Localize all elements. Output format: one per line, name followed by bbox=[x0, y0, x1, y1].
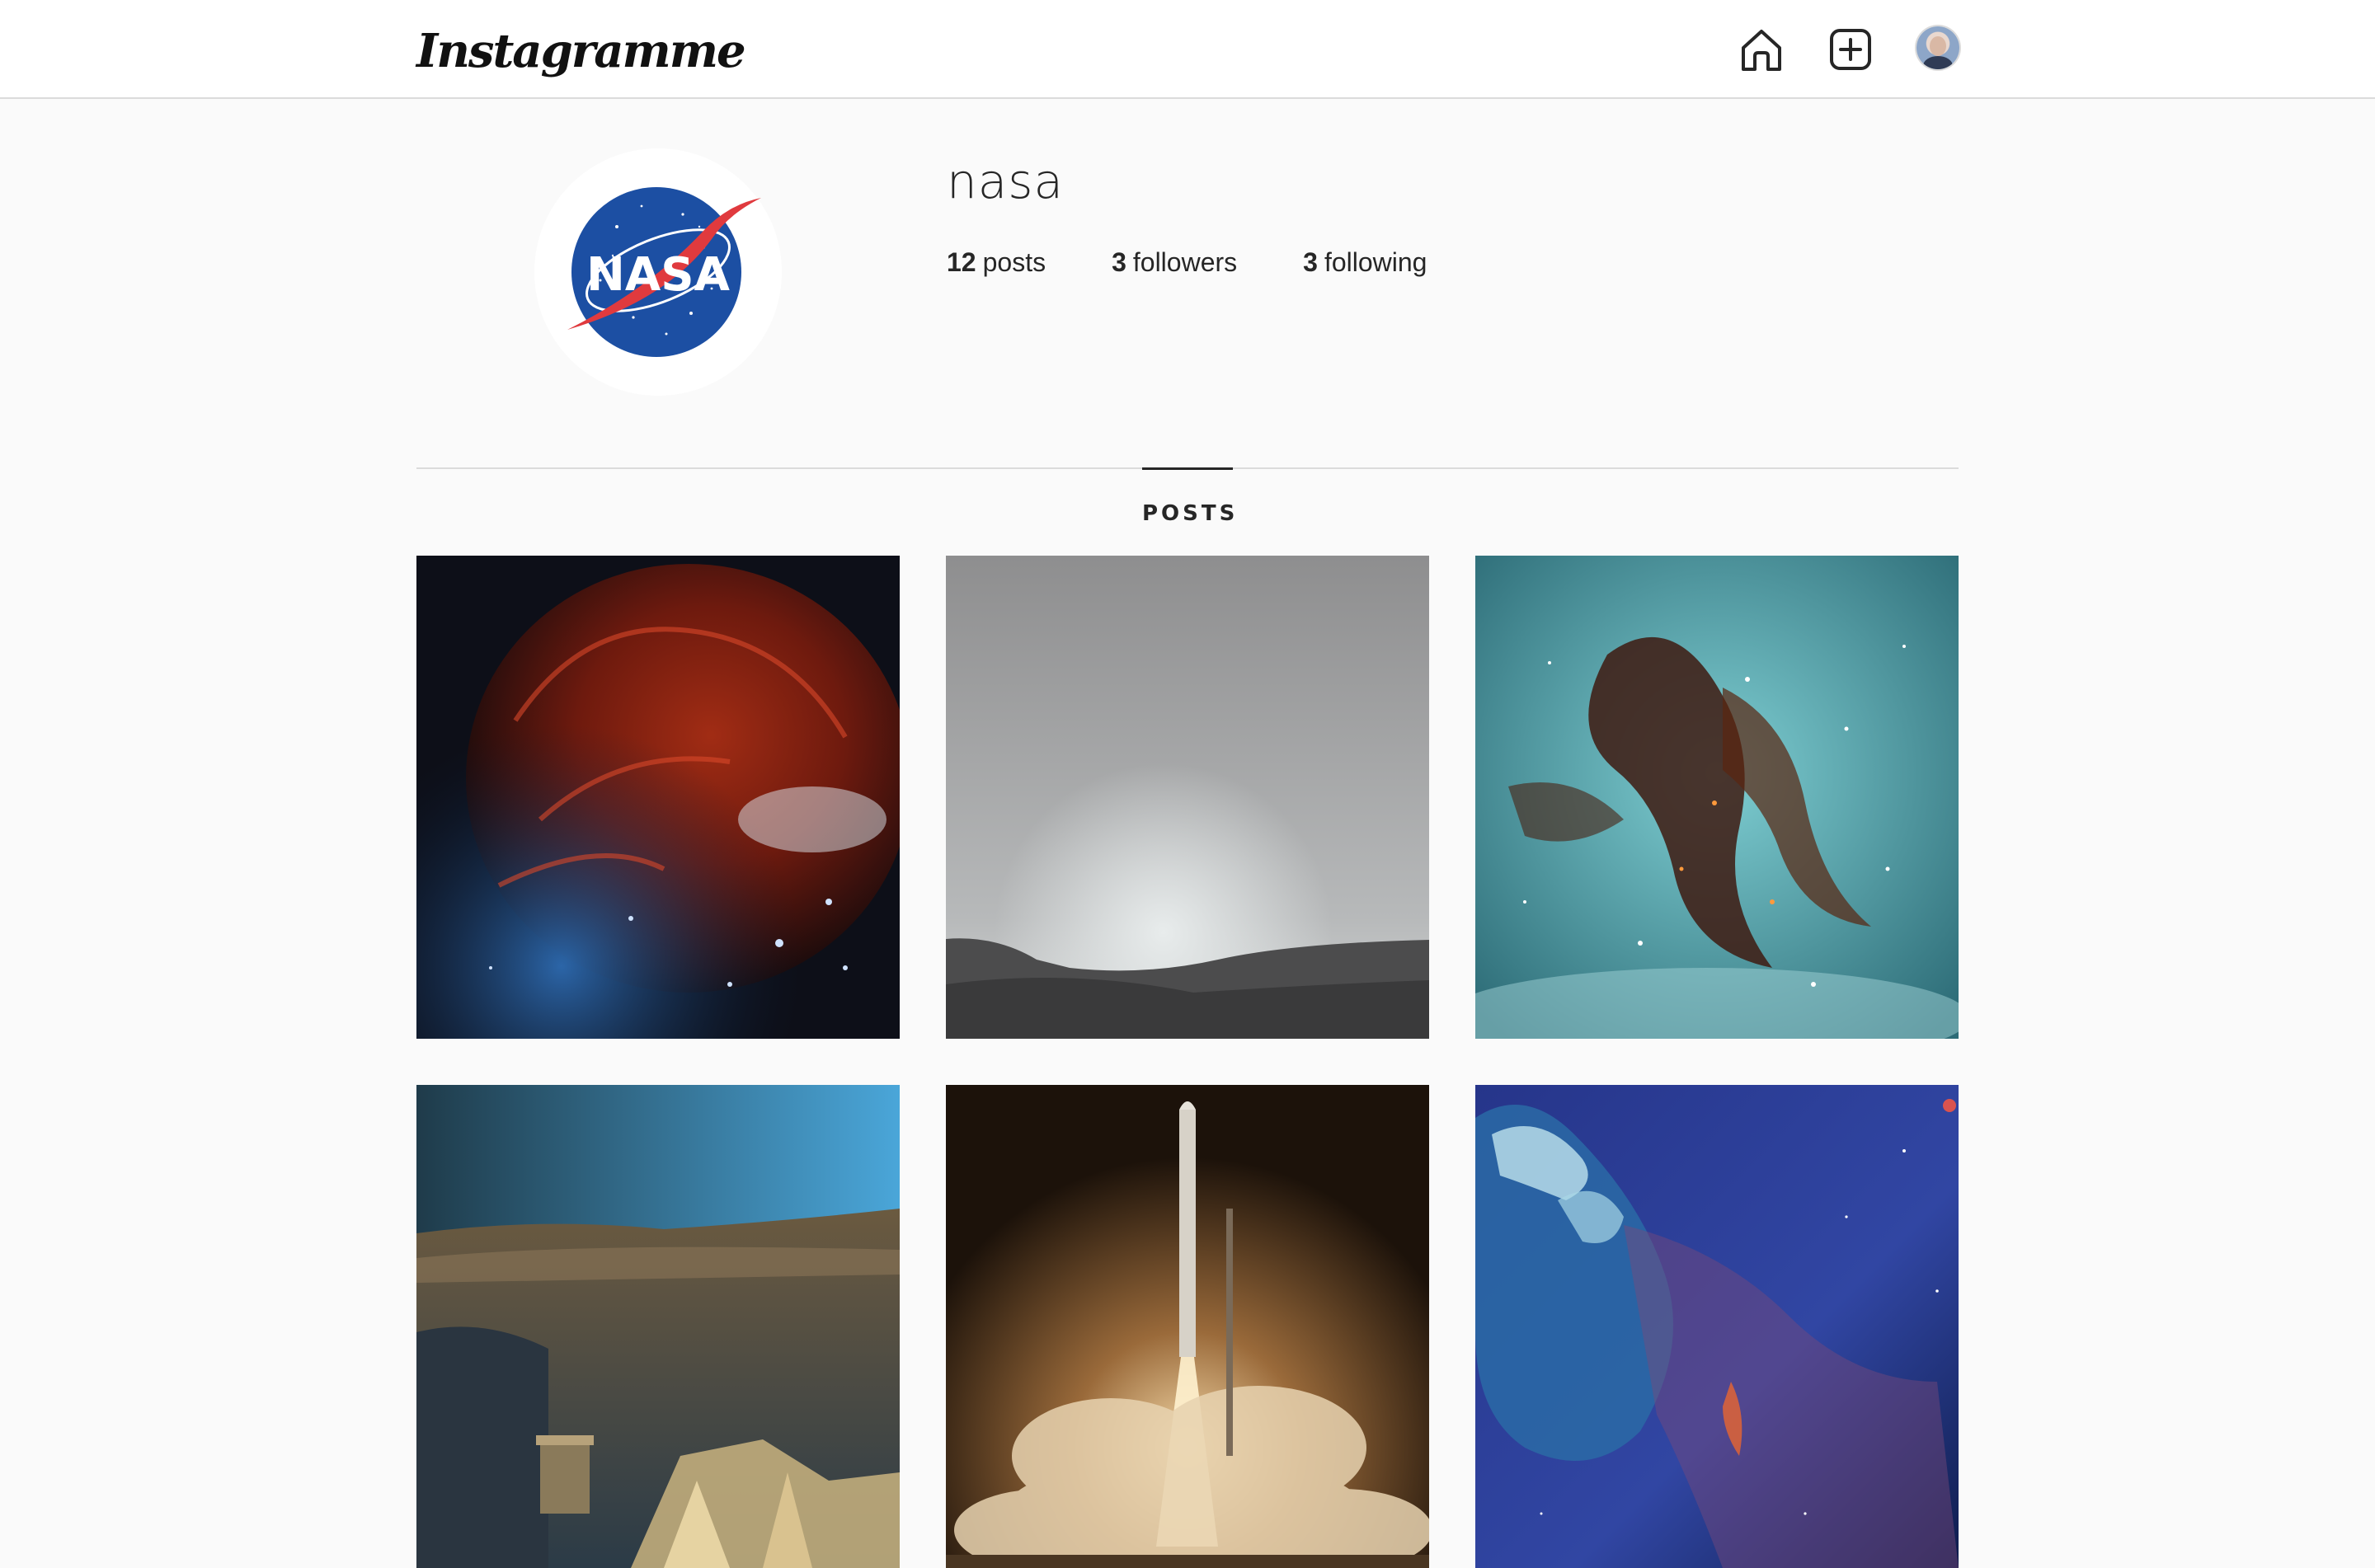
following-stat[interactable]: 3 following bbox=[1303, 244, 1427, 280]
post-image-mars-rover bbox=[416, 1085, 900, 1568]
tab-posts[interactable]: POSTS bbox=[1142, 467, 1239, 527]
posts-grid bbox=[416, 556, 1959, 1568]
user-avatar[interactable] bbox=[1916, 26, 1959, 69]
home-icon[interactable] bbox=[1737, 25, 1786, 74]
plus-square-icon[interactable] bbox=[1826, 25, 1875, 74]
post-image-red-nebula bbox=[416, 556, 900, 1039]
avatar-face bbox=[1930, 36, 1946, 56]
post-thumbnail[interactable] bbox=[946, 556, 1429, 1039]
following-count: 3 bbox=[1303, 247, 1318, 277]
post-image-teal-nebula bbox=[1475, 556, 1959, 1039]
post-image-blue-nebula bbox=[1475, 1085, 1959, 1568]
tab-posts-label: POSTS bbox=[1142, 501, 1239, 526]
profile-username: nasa bbox=[947, 153, 1065, 209]
posts-count: 12 bbox=[947, 247, 976, 277]
top-navigation-bar: Instagramme bbox=[0, 0, 2375, 99]
post-thumbnail[interactable] bbox=[416, 556, 900, 1039]
avatar-shirt bbox=[1923, 56, 1953, 69]
following-label: following bbox=[1324, 247, 1427, 277]
followers-count: 3 bbox=[1112, 247, 1126, 277]
post-thumbnail[interactable] bbox=[416, 1085, 900, 1568]
post-thumbnail[interactable] bbox=[946, 1085, 1429, 1568]
post-thumbnail[interactable] bbox=[1475, 556, 1959, 1039]
followers-label: followers bbox=[1132, 247, 1238, 277]
post-thumbnail[interactable] bbox=[1475, 1085, 1959, 1568]
post-image-mars-sunset bbox=[946, 556, 1429, 1039]
profile-stats: 12 posts 3 followers 3 following bbox=[947, 244, 1493, 280]
posts-stat: 12 posts bbox=[947, 244, 1046, 280]
followers-stat[interactable]: 3 followers bbox=[1112, 244, 1237, 280]
post-image-rocket-launch bbox=[946, 1085, 1429, 1568]
app-logo[interactable]: Instagramme bbox=[416, 18, 746, 84]
nasa-logo-text: NASA bbox=[586, 248, 731, 302]
profile-picture[interactable]: NASA bbox=[534, 148, 782, 396]
posts-label: posts bbox=[982, 247, 1046, 277]
